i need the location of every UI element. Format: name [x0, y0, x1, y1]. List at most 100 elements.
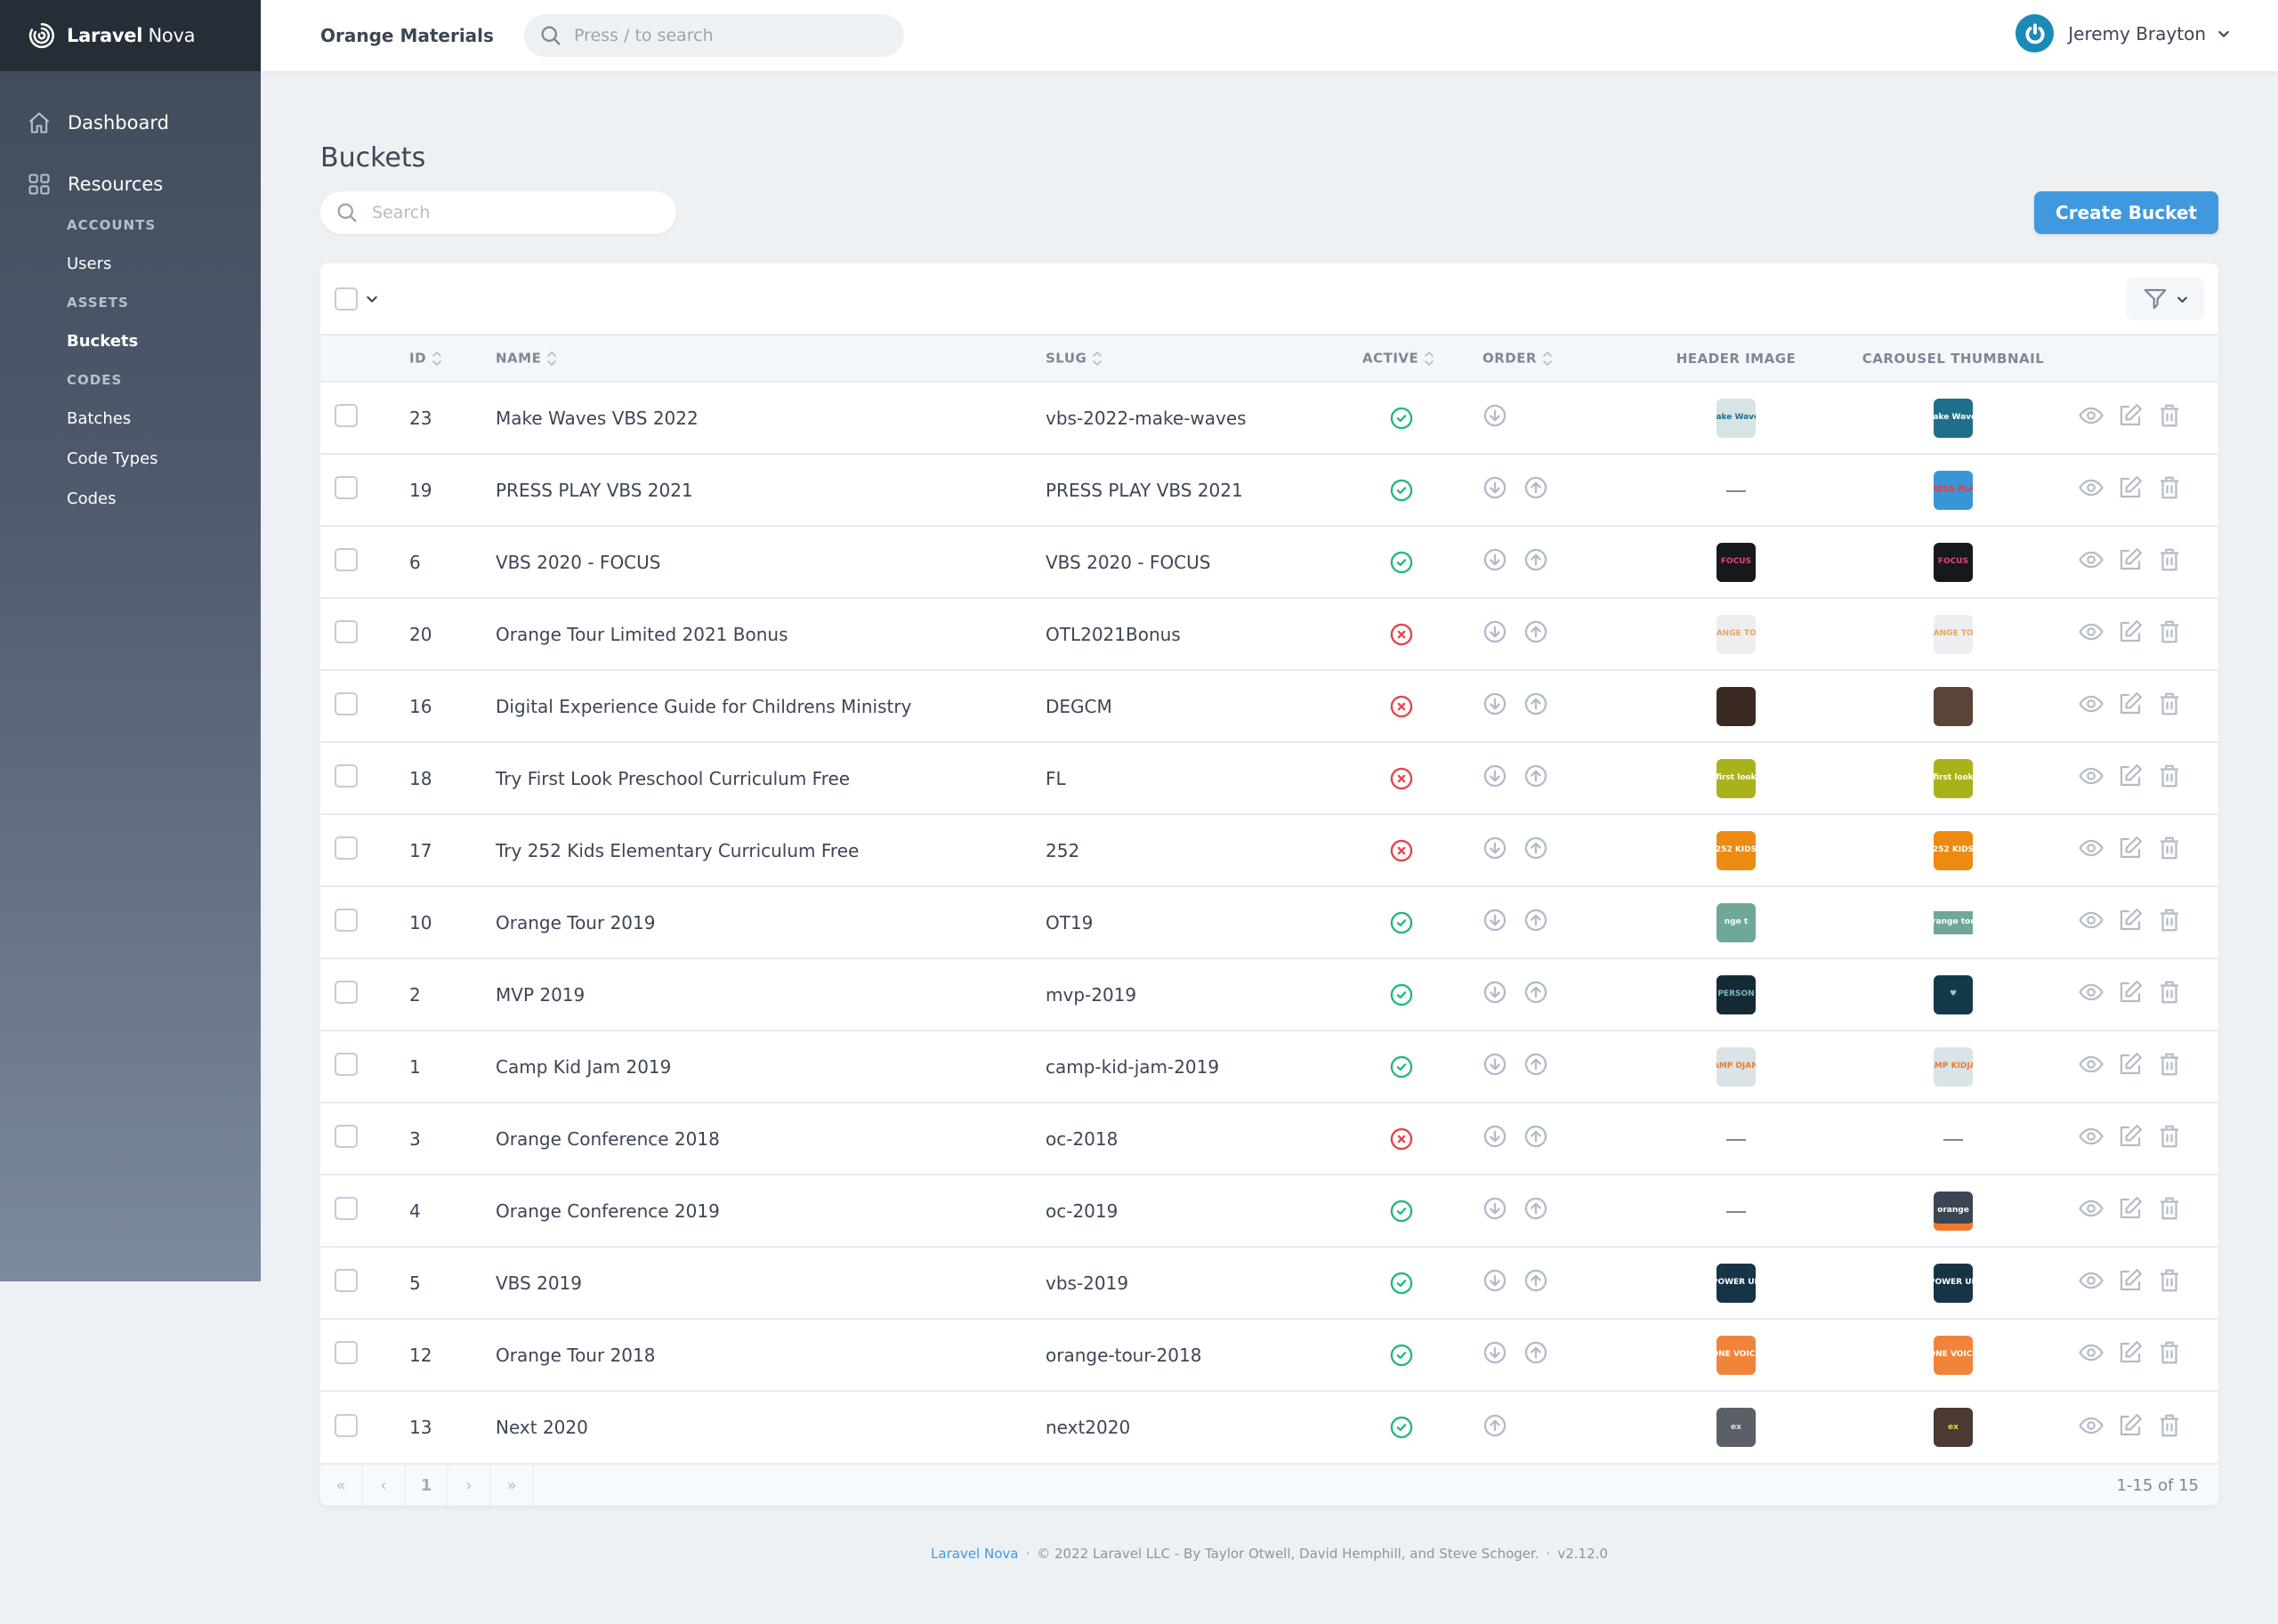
view-icon[interactable]	[2078, 907, 2104, 933]
app-name[interactable]: Orange Materials	[320, 25, 494, 46]
edit-icon[interactable]	[2117, 691, 2144, 717]
carousel-thumbnail[interactable]: orange	[1934, 1191, 1973, 1231]
column-header-order[interactable]: ORDER	[1482, 335, 1638, 382]
pagination-last[interactable]: »	[491, 1464, 534, 1506]
row-checkbox[interactable]	[335, 764, 358, 788]
order-down-icon[interactable]	[1482, 1124, 1507, 1149]
view-icon[interactable]	[2078, 546, 2104, 573]
order-down-icon[interactable]	[1482, 547, 1507, 572]
header-image-thumbnail[interactable]: 252 KIDS	[1717, 830, 1756, 870]
order-down-icon[interactable]	[1482, 980, 1507, 1005]
order-up-icon[interactable]	[1523, 1340, 1548, 1365]
row-checkbox[interactable]	[335, 692, 358, 715]
row-checkbox[interactable]	[335, 981, 358, 1004]
carousel-thumbnail[interactable]: 252 KIDS	[1934, 830, 1973, 870]
delete-icon[interactable]	[2156, 1051, 2183, 1078]
carousel-thumbnail[interactable]: ORANGE TOUR	[1934, 614, 1973, 654]
edit-icon[interactable]	[2117, 1339, 2144, 1366]
brand[interactable]: Laravel Nova	[0, 0, 261, 71]
view-icon[interactable]	[2078, 474, 2104, 501]
row-checkbox[interactable]	[335, 1341, 358, 1364]
global-search-input[interactable]	[573, 26, 868, 45]
order-up-icon[interactable]	[1523, 547, 1548, 572]
carousel-thumbnail[interactable]: ONE VOICE	[1934, 1335, 1973, 1375]
resource-search[interactable]	[320, 191, 676, 234]
view-icon[interactable]	[2078, 402, 2104, 429]
order-up-icon[interactable]	[1523, 908, 1548, 933]
delete-icon[interactable]	[2156, 979, 2183, 1006]
carousel-thumbnail[interactable]: ex	[1934, 1408, 1973, 1447]
order-up-icon[interactable]	[1523, 475, 1548, 500]
order-down-icon[interactable]	[1482, 475, 1507, 500]
table-row[interactable]: 5 VBS 2019 vbs-2019 POWER UP POWER UP	[320, 1247, 2218, 1319]
sidebar-item-dashboard[interactable]: Dashboard	[0, 107, 261, 139]
order-up-icon[interactable]	[1523, 1052, 1548, 1077]
order-up-icon[interactable]	[1482, 1413, 1507, 1438]
table-row[interactable]: 2 MVP 2019 mvp-2019 PERSON ♥	[320, 958, 2218, 1030]
column-header-name[interactable]: NAME	[496, 335, 1046, 382]
view-icon[interactable]	[2078, 691, 2104, 717]
table-row[interactable]: 13 Next 2020 next2020 ex ex	[320, 1391, 2218, 1463]
filter-button[interactable]	[2126, 278, 2204, 320]
order-down-icon[interactable]	[1482, 691, 1507, 716]
edit-icon[interactable]	[2117, 1123, 2144, 1150]
order-up-icon[interactable]	[1523, 764, 1548, 788]
edit-icon[interactable]	[2117, 835, 2144, 861]
table-row[interactable]: 4 Orange Conference 2019 oc-2019 orange	[320, 1175, 2218, 1247]
order-down-icon[interactable]	[1482, 1268, 1507, 1293]
column-header-id[interactable]: ID	[409, 335, 496, 382]
delete-icon[interactable]	[2156, 907, 2183, 933]
chevron-down-icon[interactable]	[365, 292, 379, 306]
delete-icon[interactable]	[2156, 546, 2183, 573]
view-icon[interactable]	[2078, 763, 2104, 789]
table-row[interactable]: 18 Try First Look Preschool Curriculum F…	[320, 742, 2218, 814]
edit-icon[interactable]	[2117, 1195, 2144, 1222]
carousel-thumbnail[interactable]: Make Waves	[1934, 398, 1973, 438]
table-row[interactable]: 6 VBS 2020 - FOCUS VBS 2020 - FOCUS FOCU…	[320, 526, 2218, 598]
pagination-first[interactable]: «	[320, 1464, 363, 1506]
edit-icon[interactable]	[2117, 979, 2144, 1006]
edit-icon[interactable]	[2117, 1412, 2144, 1439]
pagination-prev[interactable]: ‹	[363, 1464, 406, 1506]
edit-icon[interactable]	[2117, 1267, 2144, 1294]
select-all-checkbox[interactable]	[335, 287, 358, 311]
row-checkbox[interactable]	[335, 909, 358, 932]
edit-icon[interactable]	[2117, 402, 2144, 429]
carousel-thumbnail[interactable]: CAMP KIDJAM	[1934, 1046, 1973, 1087]
header-image-thumbnail[interactable]: ex	[1717, 1408, 1756, 1447]
footer-nova-link[interactable]: Laravel Nova	[931, 1546, 1018, 1562]
sidebar-item-buckets[interactable]: Buckets	[67, 331, 261, 352]
header-image-thumbnail[interactable]	[1717, 686, 1756, 726]
order-up-icon[interactable]	[1523, 619, 1548, 644]
delete-icon[interactable]	[2156, 691, 2183, 717]
pagination-next[interactable]: ›	[448, 1464, 491, 1506]
edit-icon[interactable]	[2117, 618, 2144, 645]
row-checkbox[interactable]	[335, 1053, 358, 1076]
edit-icon[interactable]	[2117, 907, 2144, 933]
order-up-icon[interactable]	[1523, 980, 1548, 1005]
carousel-thumbnail[interactable]: first look	[1934, 758, 1973, 798]
resource-search-input[interactable]	[372, 203, 657, 222]
view-icon[interactable]	[2078, 1051, 2104, 1078]
create-bucket-button[interactable]: Create Bucket	[2034, 191, 2218, 234]
carousel-thumbnail[interactable]: RESS PLA	[1934, 470, 1973, 510]
table-row[interactable]: 20 Orange Tour Limited 2021 Bonus OTL202…	[320, 598, 2218, 670]
row-checkbox[interactable]	[335, 1125, 358, 1148]
row-checkbox[interactable]	[335, 836, 358, 860]
row-checkbox[interactable]	[335, 1197, 358, 1220]
row-checkbox[interactable]	[335, 1269, 358, 1292]
order-up-icon[interactable]	[1523, 1196, 1548, 1221]
table-row[interactable]: 3 Orange Conference 2018 oc-2018	[320, 1103, 2218, 1175]
order-down-icon[interactable]	[1482, 1052, 1507, 1077]
header-image-thumbnail[interactable]: first look	[1717, 758, 1756, 798]
order-down-icon[interactable]	[1482, 1340, 1507, 1365]
row-checkbox[interactable]	[335, 548, 358, 571]
view-icon[interactable]	[2078, 1195, 2104, 1222]
column-header-active[interactable]: ACTIVE	[1362, 335, 1482, 382]
carousel-thumbnail[interactable]: ♥	[1934, 974, 1973, 1014]
sidebar-item-resources[interactable]: Resources	[0, 168, 261, 200]
header-image-thumbnail[interactable]: AMP DJAM	[1717, 1046, 1756, 1087]
header-image-thumbnail[interactable]: Make Waves	[1717, 398, 1756, 438]
column-header-slug[interactable]: SLUG	[1046, 335, 1362, 382]
delete-icon[interactable]	[2156, 835, 2183, 861]
